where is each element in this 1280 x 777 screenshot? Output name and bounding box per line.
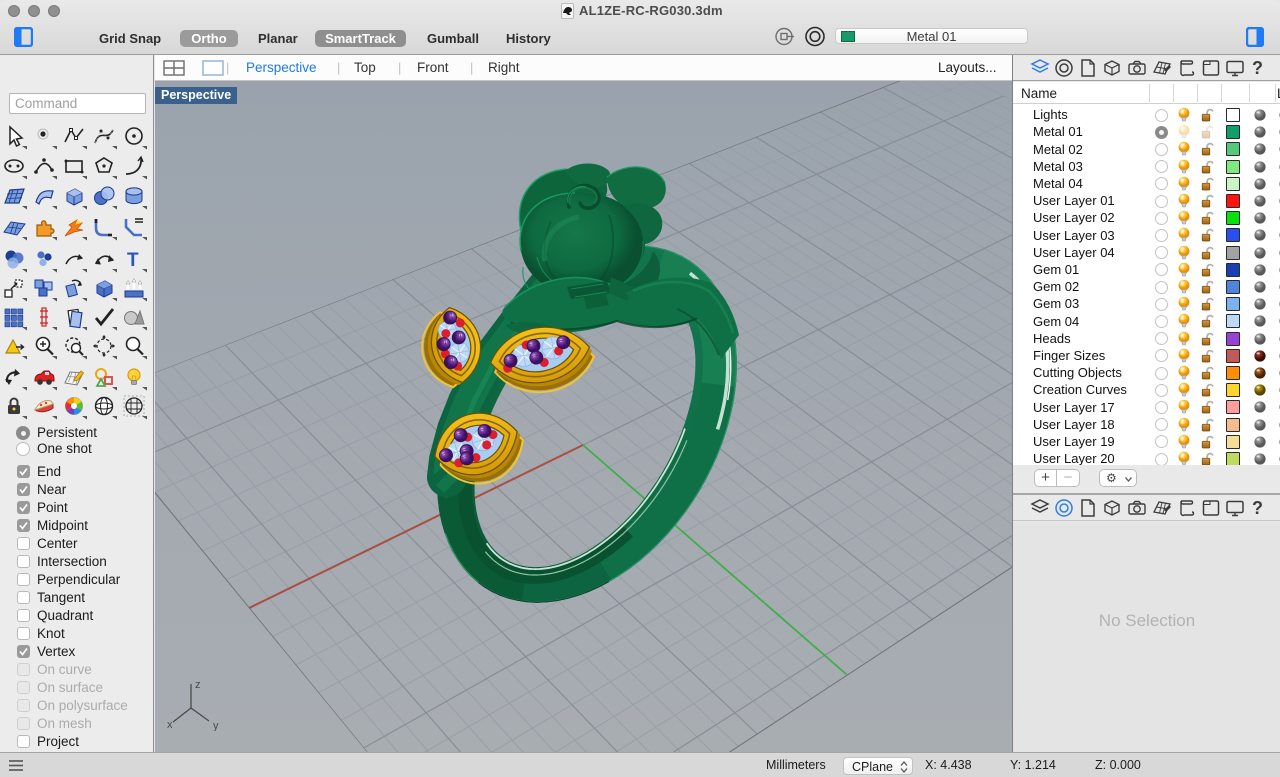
svg-text:?: ?	[1252, 498, 1263, 518]
svg-text:z: z	[195, 679, 201, 691]
svg-text:y: y	[213, 720, 219, 731]
svg-text:T: T	[127, 250, 139, 271]
svg-text:?: ?	[1252, 58, 1263, 78]
svg-text:x: x	[167, 719, 173, 731]
